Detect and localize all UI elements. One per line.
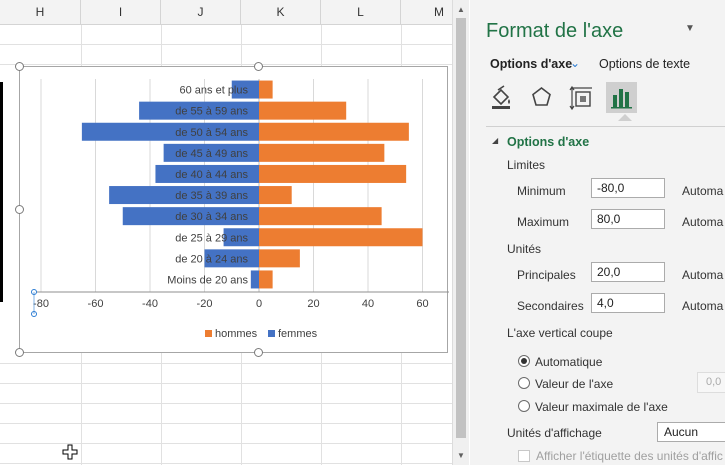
bar-hommes [259, 270, 273, 289]
resize-handle-bottom-left[interactable] [15, 348, 24, 357]
maximum-input[interactable] [591, 209, 665, 229]
radio-automatic[interactable] [518, 355, 530, 367]
major-auto-button[interactable]: Automa [682, 268, 723, 282]
selected-icon-caret [618, 114, 632, 121]
x-tick-label: 60 [416, 298, 428, 310]
resize-handle-top-left[interactable] [15, 62, 24, 71]
scroll-up-icon[interactable]: ▲ [453, 2, 469, 18]
column-header-k[interactable]: K [241, 0, 321, 25]
effects-icon[interactable] [526, 82, 557, 113]
radio-max-axis-value[interactable] [518, 400, 530, 412]
legend-swatch-hommes [205, 330, 212, 337]
tab-axis-options[interactable]: Options d'axe [490, 57, 572, 71]
major-unit-input[interactable] [591, 262, 665, 282]
bar-hommes [259, 101, 347, 120]
category-label: de 55 à 59 ans [175, 106, 248, 118]
limits-label: Limites [507, 158, 546, 172]
chart-category-labels: 60 ans et plus de 55 à 59 ans de 50 à 54 a… [167, 85, 248, 287]
category-label: 60 ans et plus [180, 85, 249, 97]
column-header-i[interactable]: I [81, 0, 161, 25]
x-tick-label: -80 [33, 298, 49, 310]
bar-hommes [259, 164, 407, 183]
x-tick-label: 20 [307, 298, 319, 310]
spreadsheet-area[interactable]: H I J K L M 60 ans et plus de 55 à 59 ans… [0, 0, 452, 465]
resize-handle-left[interactable] [15, 205, 24, 214]
vertical-scrollbar[interactable]: ▲ ▼ [452, 0, 469, 465]
category-label: Moins de 20 ans [167, 274, 248, 286]
bar-hommes [259, 207, 382, 226]
legend-label-hommes: hommes [215, 328, 258, 340]
move-cursor-icon [62, 444, 78, 460]
display-units-label: Unités d'affichage [507, 426, 602, 440]
display-units-label-checkbox-text: Afficher l'étiquette des unités d'affic [536, 449, 723, 463]
pane-title: Format de l'axe [486, 20, 624, 42]
tab-text-options[interactable]: Options de texte [599, 57, 690, 71]
fill-line-icon[interactable] [486, 82, 517, 113]
column-header-l[interactable]: L [321, 0, 401, 25]
scroll-down-icon[interactable]: ▼ [453, 448, 469, 464]
column-header-j[interactable]: J [161, 0, 241, 25]
axis-value-input[interactable]: 0,0 [697, 372, 725, 393]
major-unit-label: Principales [517, 268, 576, 282]
scrollbar-thumb[interactable] [456, 18, 466, 438]
vertical-axis-crosses-label: L'axe vertical coupe [507, 326, 613, 340]
category-label: de 25 à 29 ans [175, 232, 248, 244]
display-units-select[interactable]: Aucun [657, 422, 725, 442]
x-tick-label: -20 [197, 298, 213, 310]
minor-auto-button[interactable]: Automa [682, 299, 723, 313]
legend-swatch-femmes [268, 330, 275, 337]
column-header-h[interactable]: H [0, 0, 81, 25]
chevron-down-icon[interactable]: ⌄ [570, 56, 580, 70]
legend-label-femmes: femmes [278, 328, 318, 340]
pyramid-chart[interactable]: 60 ans et plus de 55 à 59 ans de 50 à 54 a… [20, 67, 449, 354]
category-label: de 20 à 24 ans [175, 253, 248, 265]
section-axis-options[interactable]: Options d'axe [507, 135, 589, 149]
bar-hommes [259, 122, 409, 141]
x-tick-label: -40 [142, 298, 158, 310]
category-label: de 45 à 49 ans [175, 148, 248, 160]
radio-automatic-label[interactable]: Automatique [535, 355, 602, 369]
minimum-input[interactable] [591, 178, 665, 198]
bar-hommes [259, 186, 292, 205]
minimum-auto-button[interactable]: Automa [682, 184, 723, 198]
bar-hommes [259, 249, 300, 268]
row-selection-edge [0, 82, 3, 302]
units-label: Unités [507, 242, 542, 256]
chart-object[interactable]: 60 ans et plus de 55 à 59 ans de 50 à 54 a… [19, 66, 449, 354]
bar-hommes [259, 80, 273, 99]
category-label: de 30 à 34 ans [175, 211, 248, 223]
maximum-auto-button[interactable]: Automa [682, 215, 723, 229]
pane-options-dropdown-icon[interactable]: ▼ [685, 23, 695, 34]
column-header-m[interactable]: M [401, 0, 452, 25]
category-label: de 35 à 39 ans [175, 190, 248, 202]
category-label: de 50 à 54 ans [175, 127, 248, 139]
bar-hommes [259, 228, 423, 247]
minor-unit-input[interactable] [591, 293, 665, 313]
pane-divider [486, 126, 725, 127]
x-tick-label: 0 [256, 298, 262, 310]
format-axis-pane: Format de l'axe ▼ Options d'axe ⌄ Option… [470, 0, 725, 465]
x-tick-label: 40 [362, 298, 374, 310]
radio-axis-value-label[interactable]: Valeur de l'axe [535, 377, 613, 391]
resize-handle-top[interactable] [254, 62, 263, 71]
radio-axis-value[interactable] [518, 377, 530, 389]
chart-bars [81, 80, 423, 289]
collapse-triangle-icon[interactable]: ◢ [492, 136, 498, 145]
bar-hommes [259, 143, 385, 162]
axis-options-icon[interactable] [606, 82, 637, 113]
category-label: de 40 à 44 ans [175, 169, 248, 181]
size-properties-icon[interactable] [566, 82, 597, 113]
chart-x-axis: -80 -60 -40 -20 0 20 40 60 [31, 289, 449, 317]
x-tick-label: -60 [88, 298, 104, 310]
display-units-label-checkbox[interactable] [518, 450, 530, 462]
radio-max-axis-value-label[interactable]: Valeur maximale de l'axe [535, 400, 668, 414]
column-headers: H I J K L M [0, 0, 452, 25]
minor-unit-label: Secondaires [517, 299, 584, 313]
resize-handle-bottom[interactable] [254, 348, 263, 357]
chart-legend: hommes femmes [205, 328, 318, 340]
minimum-label: Minimum [517, 184, 566, 198]
maximum-label: Maximum [517, 215, 570, 229]
bar-femmes [250, 270, 259, 289]
